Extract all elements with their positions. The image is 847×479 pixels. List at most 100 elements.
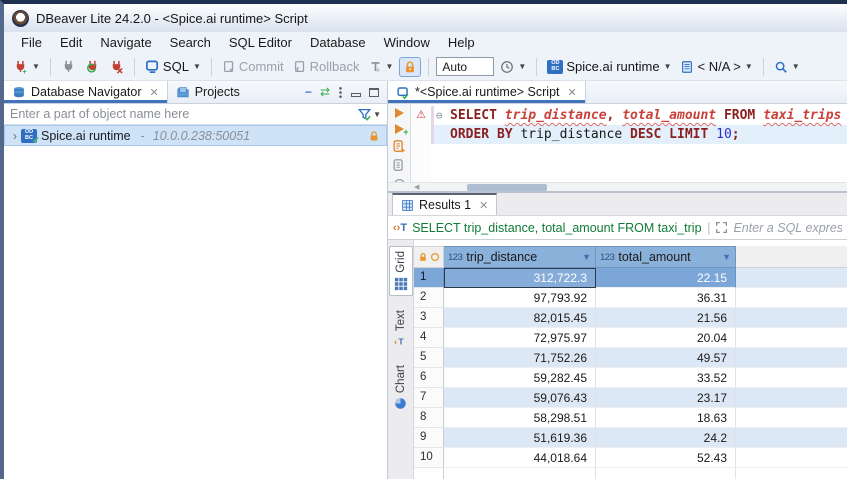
- connection-lock-toggle[interactable]: [399, 57, 421, 77]
- transaction-log-button[interactable]: ▼: [497, 58, 529, 76]
- results-filter-bar[interactable]: ‹›T SELECT trip_distance, total_amount F…: [388, 216, 847, 240]
- row-number[interactable]: 7: [414, 388, 444, 408]
- collapse-all-icon[interactable]: −: [305, 86, 312, 98]
- new-connection-button[interactable]: + ▼: [10, 57, 43, 76]
- row-number[interactable]: 1: [414, 268, 444, 288]
- connect-button[interactable]: [58, 57, 79, 76]
- grid-row-2[interactable]: 297,793.9236.31: [414, 288, 847, 308]
- navigator-filter[interactable]: Enter a part of object name here ▼: [4, 104, 387, 125]
- execute-statement-button[interactable]: [395, 108, 404, 118]
- menu-sql-editor[interactable]: SQL Editor: [220, 33, 301, 52]
- column-header-trip_distance[interactable]: 123trip_distance▼: [444, 246, 596, 268]
- grid-row-4[interactable]: 472,975.9720.04: [414, 328, 847, 348]
- expand-filter-icon[interactable]: [715, 221, 728, 234]
- results-view-tab-chart[interactable]: Chart: [389, 361, 413, 414]
- editor-horizontal-scrollbar[interactable]: ◀: [388, 182, 847, 191]
- close-icon[interactable]: ✕: [479, 199, 488, 212]
- sql-line[interactable]: ORDER BY trip_distance DESC LIMIT 10;: [434, 125, 847, 144]
- connection-tree-item[interactable]: › ODBC✓ Spice.ai runtime - 10.0.0.238:50…: [4, 125, 387, 146]
- menu-help[interactable]: Help: [439, 33, 484, 52]
- maximize-panel-icon[interactable]: [369, 88, 379, 97]
- execute-script-button[interactable]: [392, 140, 406, 153]
- cell-trip_distance[interactable]: 71,752.26: [444, 348, 596, 368]
- cell-total_amount[interactable]: 33.52: [596, 368, 736, 388]
- grid-row-1[interactable]: 1312,722.322.15: [414, 268, 847, 288]
- tab-sql-script[interactable]: *<Spice.ai runtime> Script ✕: [388, 81, 586, 103]
- cell-trip_distance[interactable]: 72,975.97: [444, 328, 596, 348]
- reconnect-button[interactable]: [82, 57, 103, 76]
- row-number[interactable]: 9: [414, 428, 444, 448]
- grid-row-3[interactable]: 382,015.4521.56: [414, 308, 847, 328]
- menu-file[interactable]: File: [12, 33, 51, 52]
- grid-row-10[interactable]: 1044,018.6452.43: [414, 448, 847, 468]
- sql-editor[interactable]: + ⚠ ⊖SELECT trip_distance, total_amount …: [388, 104, 847, 182]
- menu-database[interactable]: Database: [301, 33, 375, 52]
- row-number[interactable]: 5: [414, 348, 444, 368]
- transaction-mode-button[interactable]: ▼: [366, 58, 397, 76]
- cell-trip_distance[interactable]: 82,015.45: [444, 308, 596, 328]
- column-header-total_amount[interactable]: 123total_amount▼: [596, 246, 736, 268]
- sort-dropdown-icon[interactable]: ▼: [722, 252, 731, 262]
- minimize-panel-icon[interactable]: [351, 93, 361, 97]
- row-number[interactable]: 2: [414, 288, 444, 308]
- view-menu-icon[interactable]: [338, 86, 343, 99]
- menu-search[interactable]: Search: [161, 33, 220, 52]
- tab-projects[interactable]: Projects: [168, 81, 248, 103]
- grid-row-6[interactable]: 659,282.4533.52: [414, 368, 847, 388]
- sql-editor-button[interactable]: SQL ▼: [142, 57, 204, 76]
- cell-total_amount[interactable]: 49.57: [596, 348, 736, 368]
- cell-total_amount[interactable]: 21.56: [596, 308, 736, 328]
- sql-line[interactable]: ⊖SELECT trip_distance, total_amount FROM…: [434, 106, 847, 125]
- cell-trip_distance[interactable]: 44,018.64: [444, 448, 596, 468]
- script-actions-button[interactable]: [392, 159, 406, 172]
- link-with-editor-icon[interactable]: ⇄: [320, 86, 330, 98]
- menu-edit[interactable]: Edit: [51, 33, 91, 52]
- cell-trip_distance[interactable]: 51,619.36: [444, 428, 596, 448]
- expander-icon[interactable]: ›: [13, 129, 17, 143]
- cell-trip_distance[interactable]: 58,298.51: [444, 408, 596, 428]
- cell-trip_distance[interactable]: 59,282.45: [444, 368, 596, 388]
- tab-database-navigator[interactable]: Database Navigator ✕: [4, 81, 168, 103]
- cell-total_amount[interactable]: 36.31: [596, 288, 736, 308]
- grid-corner-cell[interactable]: [414, 246, 444, 268]
- results-view-tab-text[interactable]: Text‹T: [389, 306, 413, 351]
- grid-row-9[interactable]: 951,619.3624.2: [414, 428, 847, 448]
- results-view-tab-grid[interactable]: Grid: [389, 246, 413, 296]
- cell-total_amount[interactable]: 23.17: [596, 388, 736, 408]
- cell-trip_distance[interactable]: 59,076.43: [444, 388, 596, 408]
- disconnect-button[interactable]: [106, 57, 127, 76]
- fold-marker-icon[interactable]: ⊖: [436, 106, 450, 125]
- grid-row-7[interactable]: 759,076.4323.17: [414, 388, 847, 408]
- active-connection-selector[interactable]: ODBC Spice.ai runtime ▼: [544, 57, 674, 76]
- close-icon[interactable]: ✕: [568, 86, 577, 99]
- row-number[interactable]: 3: [414, 308, 444, 328]
- sql-text-area[interactable]: ⊖SELECT trip_distance, total_amount FROM…: [434, 104, 847, 182]
- row-number[interactable]: 10: [414, 448, 444, 468]
- active-database-selector[interactable]: < N/A > ▼: [677, 57, 755, 76]
- row-number[interactable]: 4: [414, 328, 444, 348]
- search-button[interactable]: ▼: [771, 58, 803, 76]
- row-number[interactable]: 6: [414, 368, 444, 388]
- rollback-button[interactable]: Rollback: [290, 57, 363, 76]
- tab-results-1[interactable]: Results 1 ✕: [392, 193, 497, 215]
- refresh-button[interactable]: [393, 178, 406, 182]
- grid-row-5[interactable]: 571,752.2649.57: [414, 348, 847, 368]
- commit-button[interactable]: Commit: [219, 57, 287, 76]
- close-icon[interactable]: ✕: [149, 86, 158, 99]
- filter-funnel-icon[interactable]: [357, 107, 372, 121]
- scroll-left-arrow-icon[interactable]: ◀: [414, 183, 419, 191]
- menu-window[interactable]: Window: [375, 33, 439, 52]
- scrollbar-thumb[interactable]: [467, 184, 547, 191]
- sort-dropdown-icon[interactable]: ▼: [582, 252, 591, 262]
- cell-trip_distance[interactable]: 312,722.3: [444, 268, 596, 288]
- grid-row-8[interactable]: 858,298.5118.63: [414, 408, 847, 428]
- cell-total_amount[interactable]: 18.63: [596, 408, 736, 428]
- cell-total_amount[interactable]: 20.04: [596, 328, 736, 348]
- execute-new-tab-button[interactable]: +: [395, 124, 404, 134]
- cell-total_amount[interactable]: 52.43: [596, 448, 736, 468]
- chevron-down-icon[interactable]: ▼: [373, 110, 381, 119]
- cell-trip_distance[interactable]: 97,793.92: [444, 288, 596, 308]
- cell-total_amount[interactable]: 24.2: [596, 428, 736, 448]
- row-number[interactable]: 8: [414, 408, 444, 428]
- cell-total_amount[interactable]: 22.15: [596, 268, 736, 288]
